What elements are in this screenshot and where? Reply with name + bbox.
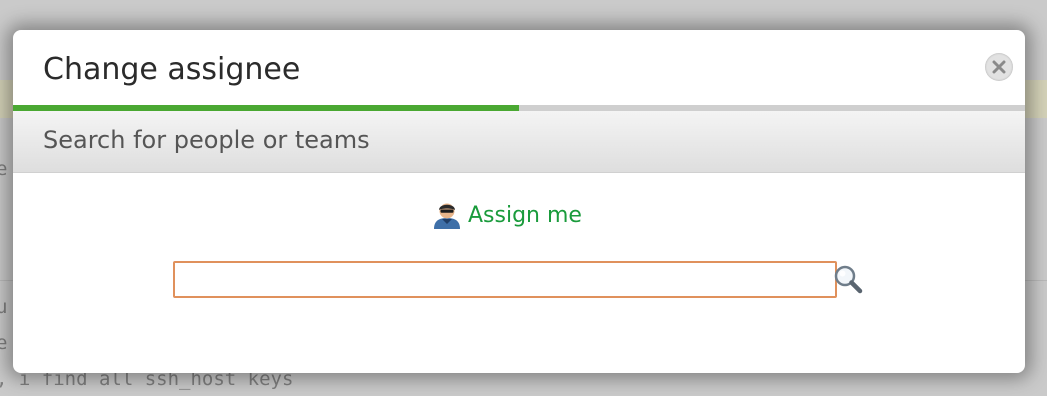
dialog-subheader: Search for people or teams — [13, 111, 1025, 173]
close-button[interactable] — [985, 53, 1013, 81]
assign-me-link[interactable]: Assign me — [432, 200, 582, 230]
user-avatar-icon — [434, 203, 460, 229]
assignee-search-input[interactable] — [173, 261, 837, 298]
close-icon — [992, 60, 1006, 74]
subheader-text: Search for people or teams — [43, 126, 370, 154]
magnifier-icon[interactable] — [832, 263, 864, 295]
change-assignee-dialog: Change assignee Search for people or tea… — [13, 30, 1025, 373]
assign-me-label: Assign me — [468, 202, 582, 228]
dialog-title: Change assignee — [43, 52, 301, 87]
